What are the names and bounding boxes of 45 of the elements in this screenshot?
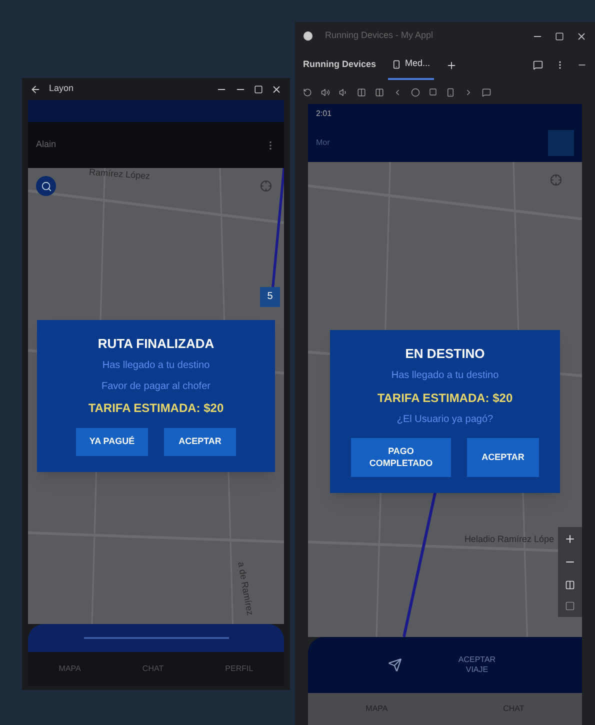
dialog-button[interactable]: ACEPTAR <box>164 428 236 456</box>
square-icon[interactable] <box>565 601 575 612</box>
action-bar[interactable]: ACEPTAR VIAJE <box>308 637 582 693</box>
info-text: Favor de pagar al chofer <box>102 380 210 394</box>
drag-handle[interactable] <box>84 637 228 639</box>
maximize-icon[interactable] <box>254 84 263 94</box>
window-title: Running Devices - My Appl <box>325 29 434 42</box>
info-text: Has llegado a tu destino <box>391 370 499 383</box>
close-icon[interactable] <box>271 84 282 94</box>
back-icon[interactable] <box>393 88 402 96</box>
dialog-button[interactable]: ACEPTAR <box>467 438 539 477</box>
dialog-title: EN DESTINO <box>405 346 485 362</box>
phone-icon <box>392 60 402 68</box>
add-icon[interactable] <box>446 60 458 70</box>
device-tab[interactable]: Med... <box>388 50 434 80</box>
app-bar-title: Mor <box>316 137 330 149</box>
status-time: 2:01 <box>316 108 332 120</box>
send-icon[interactable] <box>388 658 402 672</box>
dialog-title: RUTA FINALIZADA <box>98 336 214 352</box>
tab-label: Med... <box>405 57 430 70</box>
zoom-in-icon[interactable] <box>564 532 576 545</box>
search-icon[interactable] <box>36 176 56 196</box>
panel-title: Running Devices <box>303 58 376 72</box>
action-label[interactable]: ACEPTAR VIAJE <box>452 655 502 675</box>
window-title: Layon <box>49 82 75 96</box>
fare-text: TARIFA ESTIMADA: $20 <box>88 401 224 416</box>
dialog-button[interactable]: PAGO COMPLETADO <box>351 438 451 477</box>
chevron-icon[interactable] <box>464 88 473 96</box>
info-text: Has llegado a tu destino <box>102 360 210 373</box>
chat-icon[interactable] <box>482 88 491 96</box>
info-text: ¿El Usuario ya pagó? <box>396 414 494 426</box>
back-icon[interactable] <box>30 84 41 94</box>
close-icon[interactable] <box>576 30 587 42</box>
fare-text: TARIFA ESTIMADA: $20 <box>377 390 513 406</box>
home-icon[interactable] <box>411 88 420 96</box>
app-bar-title: Alain <box>36 138 56 152</box>
volume-down-icon[interactable] <box>339 88 348 96</box>
layout-icon[interactable] <box>565 580 575 590</box>
maximize-icon[interactable] <box>555 32 564 40</box>
dialog-button[interactable]: YA PAGUÉ <box>76 428 148 456</box>
app-icon <box>303 31 313 41</box>
route-marker: 5 <box>260 286 280 307</box>
volume-up-icon[interactable] <box>321 88 330 96</box>
overview-icon[interactable] <box>429 88 437 96</box>
power-icon[interactable] <box>303 88 312 96</box>
